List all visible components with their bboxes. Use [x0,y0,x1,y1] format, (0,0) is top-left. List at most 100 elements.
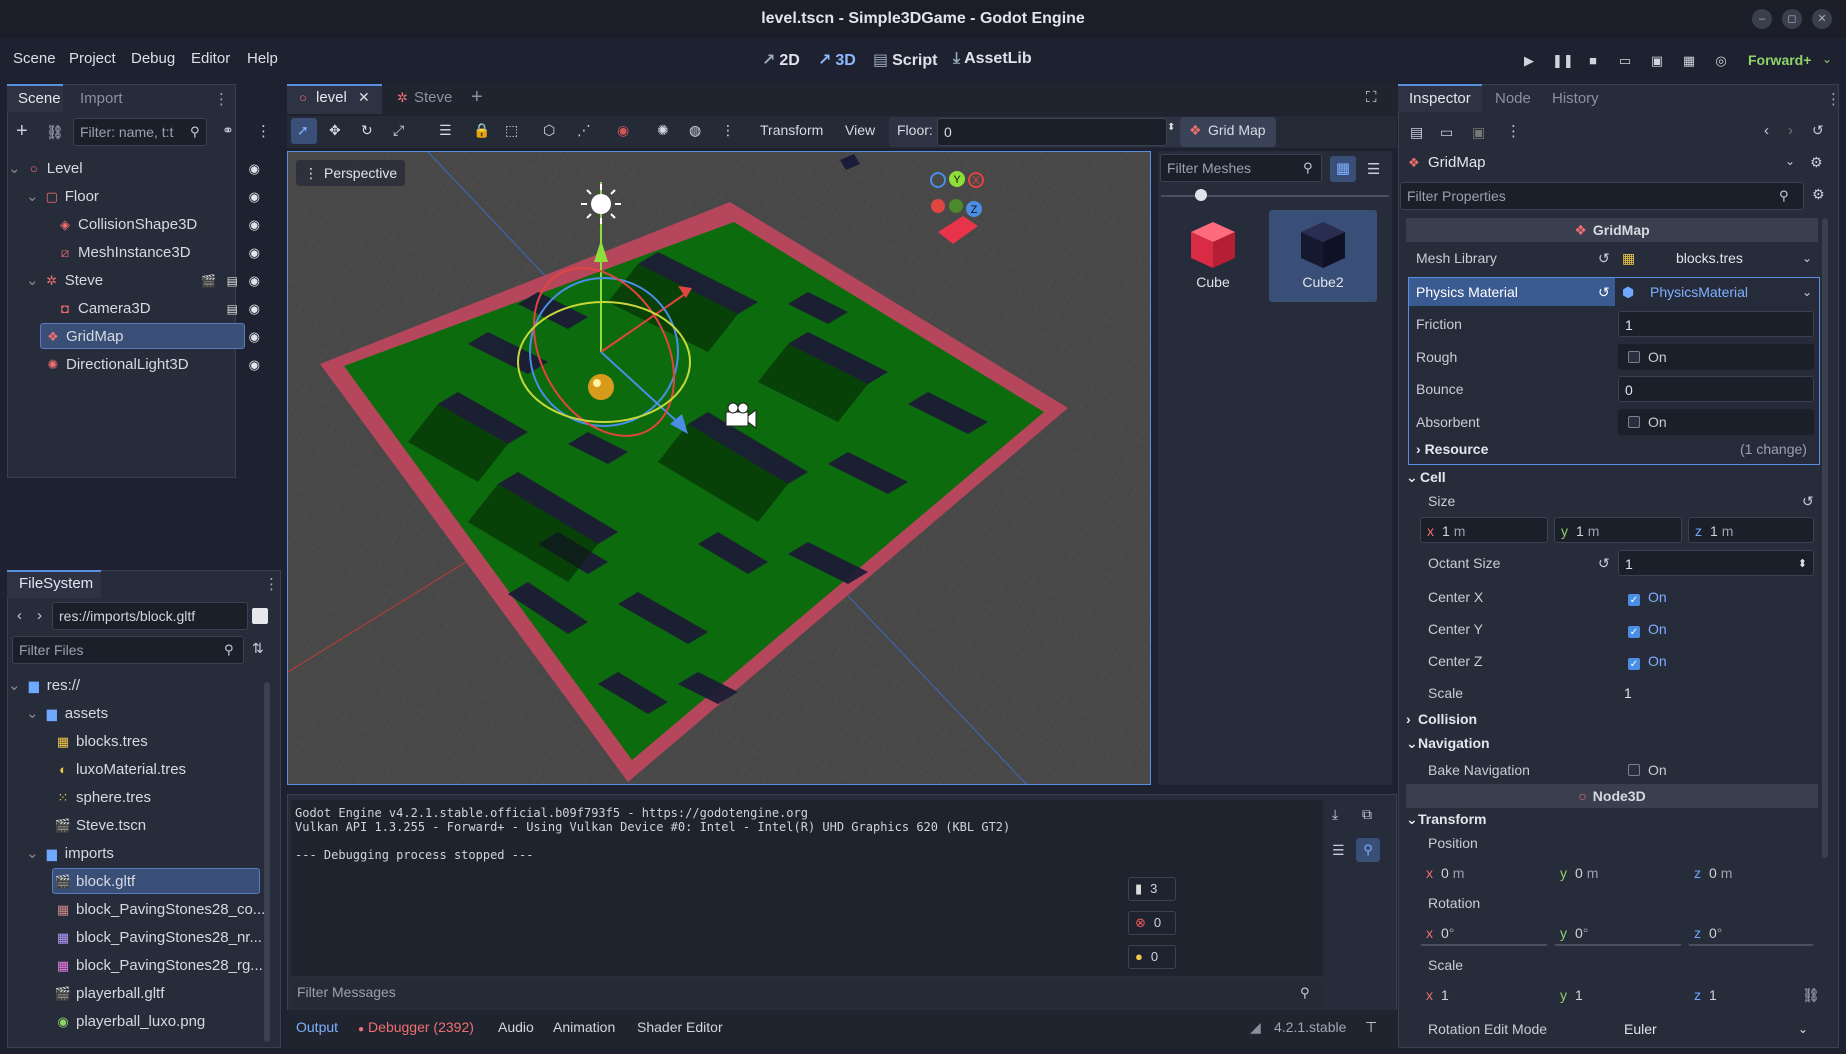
visibility-icon[interactable]: ◉ [249,325,260,349]
tab-output[interactable]: Output [296,1019,338,1035]
fs-item-sphere-tres[interactable]: ⁙ sphere.tres [8,786,266,810]
tab-audio[interactable]: Audio [498,1019,534,1035]
search-toggle-icon[interactable]: ⚲ [1356,838,1380,862]
visibility-icon[interactable]: ◉ [249,157,260,181]
warnings-filter-button[interactable]: ● 0 [1128,945,1176,969]
object-dropdown-icon[interactable]: ⌄ [1785,154,1795,168]
center-y-checkbox[interactable]: ✓ On [1628,616,1667,642]
remote-debug-icon[interactable]: ▭ [1616,53,1634,69]
transform-menu[interactable]: Transform [760,122,823,138]
tree-node-level[interactable]: ⌄ ○ Level ◉ [8,157,268,181]
menu-debug[interactable]: Debug [131,50,175,67]
back-icon[interactable]: ‹ [17,607,22,624]
tree-node-collisionshape3d[interactable]: ◈ CollisionShape3D ◉ [8,213,268,237]
dock-menu-icon[interactable]: ⋮ [264,575,279,593]
object-history-icon[interactable]: ↺ [1812,122,1824,139]
minimize-icon[interactable]: – [1752,9,1772,29]
resource-options-icon[interactable]: ⋮ [1506,122,1521,140]
main-3d-button[interactable]: ↗ 3D [818,50,856,70]
play-scene-icon[interactable]: ▣ [1648,53,1666,69]
tree-node-directionallight3d[interactable]: ✺ DirectionalLight3D ◉ [8,353,268,377]
fs-item-res[interactable]: ⌄ ▆ res:// [8,674,266,698]
fs-item-texture-co[interactable]: ▦ block_PavingStones28_co... [8,898,266,922]
save-resource-icon[interactable]: ▣ [1472,124,1485,141]
rotation-y-slider[interactable]: y 0° [1554,920,1682,946]
view-menu[interactable]: View [845,122,875,138]
link-icon[interactable]: ⛓ [46,124,64,141]
renderer-select[interactable]: Forward+ [1748,52,1811,68]
octant-size-field[interactable]: 1 ⬍ [1618,550,1814,576]
tab-filesystem[interactable]: FileSystem [19,575,93,592]
visibility-icon[interactable]: ◉ [249,241,260,265]
add-node-icon[interactable]: + [16,120,28,143]
play-custom-scene-icon[interactable]: ▦ [1680,53,1698,69]
tab-animation[interactable]: Animation [553,1019,615,1035]
history-back-icon[interactable]: ‹ [1764,122,1769,139]
dock-menu-icon[interactable]: ⋮ [214,90,229,108]
copy-log-icon[interactable]: ⧉ [1362,806,1372,823]
scene-filter-input[interactable]: Filter: name, t:t [73,118,207,146]
tab-history[interactable]: History [1552,90,1599,107]
size-z-field[interactable]: z1 m [1688,517,1814,543]
fs-item-texture-nr[interactable]: ▦ block_PavingStones28_nr... [8,926,266,950]
inspector-scrollbar[interactable] [1822,218,1828,858]
fs-item-steve-tscn[interactable]: 🎬 Steve.tscn [8,814,266,838]
maximize-icon[interactable]: ◻ [1782,9,1802,29]
absorbent-checkbox[interactable]: On [1628,409,1667,435]
thumbnail-view-icon[interactable]: ▦ [1330,156,1356,182]
spin-arrows-icon[interactable]: ⬍ [1167,122,1175,133]
center-x-checkbox[interactable]: ✓ On [1628,584,1667,610]
friction-field[interactable]: 1 [1618,311,1814,337]
environment-toggle-icon[interactable]: ◍ [689,122,701,139]
revert-icon[interactable]: ↺ [1802,488,1814,514]
perspective-menu[interactable]: ⋮ Perspective [296,160,406,186]
filter-messages-input[interactable]: Filter Messages [291,979,1323,1007]
history-forward-icon[interactable]: › [1788,122,1793,139]
prop-mesh-library[interactable]: Mesh Library ↺ ▦ blocks.tres ⌄ [1406,245,1818,271]
size-x-field[interactable]: x1 m [1420,517,1548,543]
tree-node-steve[interactable]: ⌄ ✲ Steve 🎬 ▤ ◉ [8,269,268,293]
menu-project[interactable]: Project [69,50,116,67]
gridmap-button[interactable]: Grid Map [1208,122,1266,138]
rough-checkbox[interactable]: On [1628,344,1667,370]
select-tool-icon[interactable]: ➚ [297,122,309,139]
size-y-field[interactable]: y1 m [1554,517,1682,543]
tree-node-camera3d[interactable]: ◘ Camera3D ▤ ◉ [8,297,268,321]
fs-item-texture-rg[interactable]: ▦ block_PavingStones28_rg... [8,954,266,978]
bounce-field[interactable]: 0 [1618,376,1814,402]
tab-node[interactable]: Node [1495,90,1531,107]
dropdown-icon[interactable]: ⌄ [1802,245,1812,271]
scale-tool-icon[interactable]: ⤢ [393,122,404,139]
menu-editor[interactable]: Editor [191,50,230,67]
stop-icon[interactable]: ■ [1584,53,1602,69]
prop-value[interactable]: blocks.tres [1676,245,1743,271]
section-navigation[interactable]: ⌄ Navigation [1406,730,1818,756]
fs-item-luxomaterial-tres[interactable]: ◐ luxoMaterial.tres [8,758,266,782]
tab-inspector[interactable]: Inspector [1409,90,1471,107]
scale-y-field[interactable]: y1 [1554,982,1682,1008]
move-tool-icon[interactable]: ✥ [329,122,341,139]
instance-scene-icon[interactable]: ⚭ [222,122,234,139]
section-transform[interactable]: ⌄ Transform [1406,806,1818,832]
rotation-edit-mode-select[interactable]: Euler ⌄ [1618,1016,1814,1042]
errors-filter-button[interactable]: ⊗ 0 [1128,911,1176,935]
lock-icon[interactable]: 🔒 [473,122,490,139]
tree-node-meshinstance3d[interactable]: ⧄ MeshInstance3D ◉ [8,241,268,265]
script-attached-icon[interactable]: ▤ [227,269,238,293]
script-attached-icon[interactable]: ▤ [227,297,238,321]
sort-icon[interactable]: ⇅ [252,640,264,657]
prop-physics-material[interactable]: Physics Material ↺ ⬢ PhysicsMaterial ⌄ [1406,279,1818,305]
filesystem-filter-input[interactable]: Filter Files [12,636,244,664]
menu-scene[interactable]: Scene [13,50,56,67]
play-icon[interactable]: ▶ [1520,53,1538,69]
dock-menu-icon[interactable]: ⋮ [1826,90,1841,108]
toolbar-options-icon[interactable]: ⋮ [721,122,735,139]
fs-item-block-gltf[interactable]: 🎬 block.gltf [8,870,266,894]
snap-icon[interactable]: ⋰ [577,122,591,139]
section-collision[interactable]: › Collision [1406,706,1818,732]
scene-options-icon[interactable]: ⋮ [256,122,271,140]
messages-filter-button[interactable]: ▮ 3 [1128,877,1176,901]
fs-item-imports[interactable]: ⌄ ▆ imports [8,842,266,866]
mesh-item-cube2[interactable]: Cube2 [1269,210,1377,302]
section-cell[interactable]: ⌄ Cell [1406,464,1818,490]
